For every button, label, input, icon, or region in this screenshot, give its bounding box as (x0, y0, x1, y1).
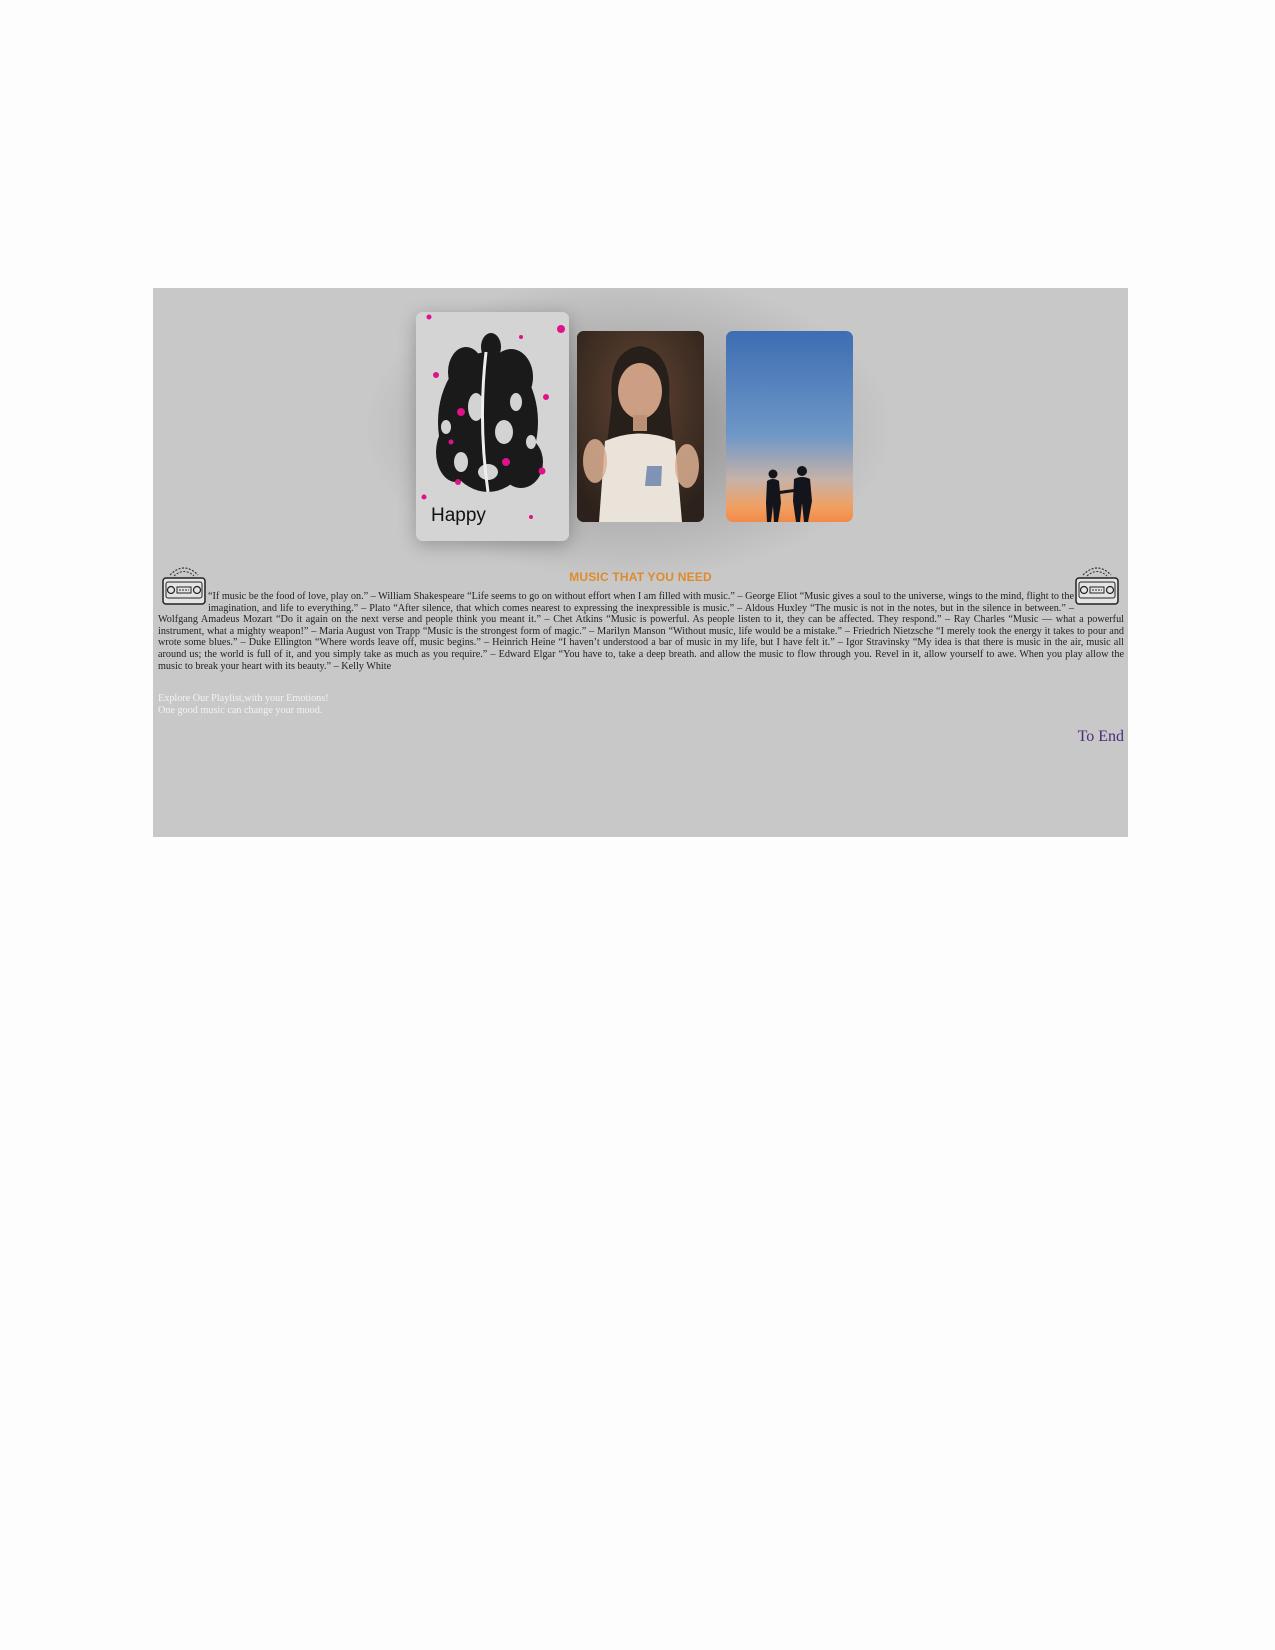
card-happy[interactable]: Happy (416, 312, 569, 541)
quotes-paragraph: “If music be the food of love, play on.”… (158, 591, 1124, 672)
music-section-panel: Happy MUSIC THAT YOU NEED “If music be t… (153, 288, 1128, 837)
couple-sunset-image (726, 331, 853, 522)
card-portrait[interactable] (577, 331, 704, 522)
explore-line-1: Explore Our Playlist,with your Emotions! (158, 693, 329, 704)
explore-text: Explore Our Playlist,with your Emotions!… (158, 693, 329, 717)
card-label-happy: Happy (431, 505, 486, 526)
radio-spacer-right (1074, 591, 1124, 603)
explore-line-2: One good music can change your mood. (158, 705, 323, 716)
card-sunset[interactable] (726, 331, 853, 522)
to-end-link[interactable]: To End (1078, 728, 1124, 746)
radio-spacer-left (158, 591, 208, 603)
section-heading: MUSIC THAT YOU NEED (569, 570, 712, 584)
quotes-text: “If music be the food of love, play on.”… (158, 591, 1124, 672)
portrait-photo-image (577, 331, 704, 522)
